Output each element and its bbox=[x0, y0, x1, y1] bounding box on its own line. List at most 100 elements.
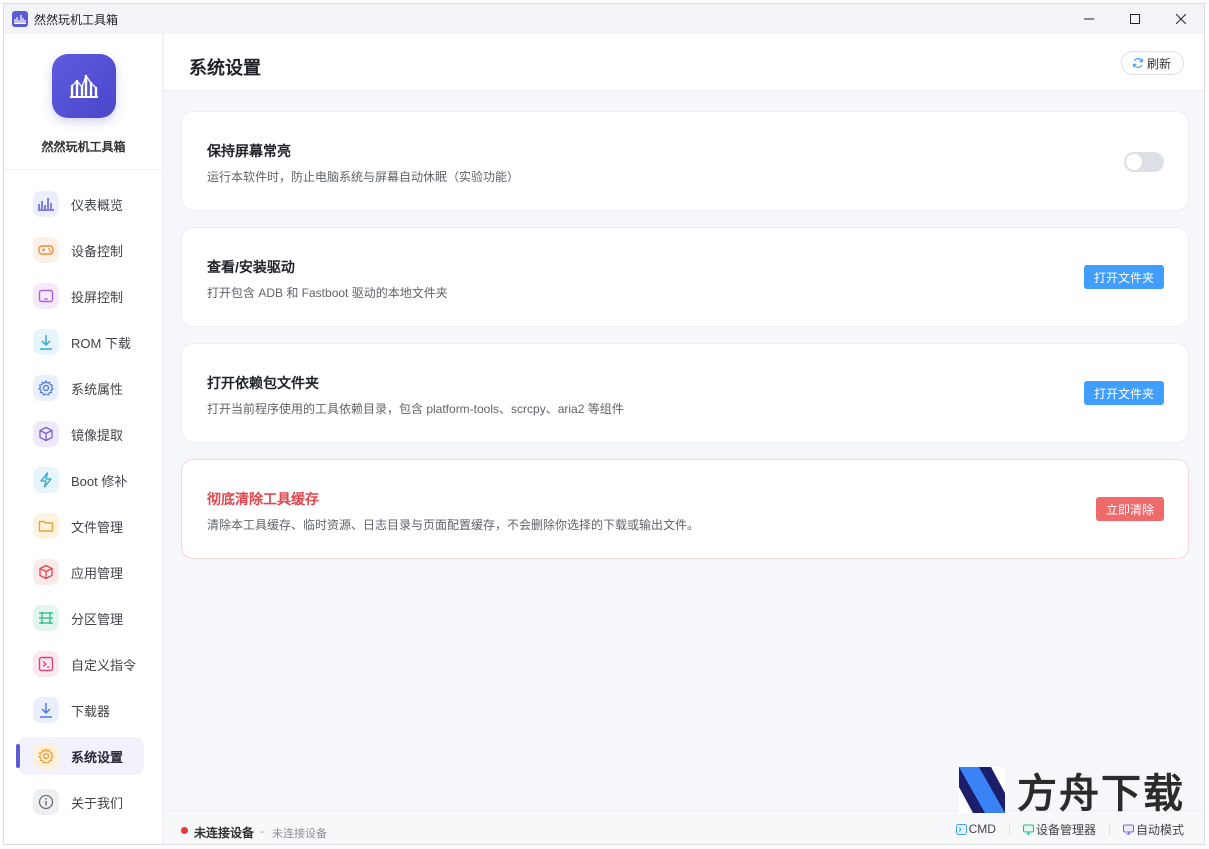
card-title: 彻底清除工具缓存 bbox=[207, 491, 319, 507]
sidebar-item-label: 应用管理 bbox=[71, 565, 124, 581]
watermark-logo-icon bbox=[959, 767, 1005, 813]
device-manager-label: 设备管理器 bbox=[1035, 822, 1096, 837]
sidebar-item-file-manager[interactable]: 文件管理 bbox=[4, 503, 163, 549]
sidebar-item-label: 系统属性 bbox=[71, 381, 124, 397]
auto-mode-link[interactable]: 自动模式 bbox=[1122, 821, 1184, 838]
maximize-button[interactable] bbox=[1112, 4, 1158, 34]
open-driver-folder-button[interactable]: 打开文件夹 bbox=[1083, 265, 1164, 289]
brand-name: 然然玩机工具箱 bbox=[41, 140, 126, 154]
maximize-icon bbox=[1130, 14, 1140, 24]
cmd-label: CMD bbox=[968, 822, 996, 836]
dependency-folder-card: 打开依赖包文件夹 打开当前程序使用的工具依赖目录，包含 platform-too… bbox=[181, 343, 1189, 443]
active-indicator bbox=[16, 744, 20, 768]
refresh-button[interactable]: 刷新 bbox=[1120, 51, 1184, 75]
card-description: 打开包含 ADB 和 Fastboot 驱动的本地文件夹 bbox=[207, 286, 448, 300]
monitor-icon bbox=[1022, 824, 1034, 834]
close-button[interactable] bbox=[1158, 4, 1204, 34]
sidebar-item-label: 系统设置 bbox=[71, 749, 124, 765]
download-icon bbox=[33, 329, 59, 355]
box-icon bbox=[33, 559, 59, 585]
card-description: 打开当前程序使用的工具依赖目录，包含 platform-tools、scrcpy… bbox=[207, 402, 624, 416]
chart-icon bbox=[33, 191, 59, 217]
gamepad-icon bbox=[33, 237, 59, 263]
settings-list: 保持屏幕常亮 运行本软件时，防止电脑系统与屏幕自动休眠（实验功能） 查看/安装驱… bbox=[181, 111, 1189, 575]
minimize-icon bbox=[1084, 18, 1094, 20]
toggle-knob bbox=[1126, 154, 1142, 170]
open-dependency-folder-button[interactable]: 打开文件夹 bbox=[1083, 381, 1164, 405]
terminal-icon bbox=[33, 651, 59, 677]
sidebar-item-system-properties[interactable]: 系统属性 bbox=[4, 365, 163, 411]
sidebar-item-partition-manager[interactable]: 分区管理 bbox=[4, 595, 163, 641]
terminal-icon bbox=[955, 823, 967, 835]
sidebar-item-device-control[interactable]: 设备控制 bbox=[4, 227, 163, 273]
monitor-icon bbox=[1122, 824, 1134, 834]
download-icon bbox=[33, 697, 59, 723]
brand-logo-icon bbox=[52, 54, 116, 118]
sidebar-item-boot-patch[interactable]: Boot 修补 bbox=[4, 457, 163, 503]
status-separator: - bbox=[260, 824, 264, 838]
card-description: 运行本软件时，防止电脑系统与屏幕自动休眠（实验功能） bbox=[207, 170, 520, 184]
bolt-icon bbox=[33, 467, 59, 493]
driver-card: 查看/安装驱动 打开包含 ADB 和 Fastboot 驱动的本地文件夹 打开文… bbox=[181, 227, 1189, 327]
list-icon bbox=[33, 605, 59, 631]
sidebar-item-label: 下载器 bbox=[71, 703, 111, 719]
cmd-link[interactable]: CMD bbox=[955, 822, 996, 836]
sidebar-item-label: 分区管理 bbox=[71, 611, 124, 627]
sidebar-item-label: ROM 下载 bbox=[71, 335, 131, 351]
sidebar: 然然玩机工具箱 仪表概览 设备控制 投屏控制 ROM 下载 系统属性 镜像提取 … bbox=[4, 34, 163, 844]
window-title: 然然玩机工具箱 bbox=[34, 12, 119, 27]
clear-cache-button[interactable]: 立即清除 bbox=[1095, 497, 1164, 521]
watermark: 方舟下载 bbox=[959, 761, 1185, 819]
connection-detail: 未连接设备 bbox=[272, 828, 327, 840]
settings-icon bbox=[33, 743, 59, 769]
close-icon bbox=[1176, 14, 1186, 24]
title-bar: 然然玩机工具箱 bbox=[4, 4, 1204, 34]
sidebar-item-rom-download[interactable]: ROM 下载 bbox=[4, 319, 163, 365]
page-title: 系统设置 bbox=[189, 58, 261, 78]
settings-icon bbox=[33, 375, 59, 401]
sidebar-item-image-extract[interactable]: 镜像提取 bbox=[4, 411, 163, 457]
watermark-text: 方舟下载 bbox=[1017, 771, 1185, 817]
sidebar-item-label: 设备控制 bbox=[71, 243, 124, 259]
card-title: 保持屏幕常亮 bbox=[207, 143, 291, 159]
sidebar-item-label: Boot 修补 bbox=[71, 473, 128, 489]
card-title: 查看/安装驱动 bbox=[207, 259, 295, 275]
refresh-label: 刷新 bbox=[1146, 56, 1171, 71]
card-title: 打开依赖包文件夹 bbox=[207, 375, 319, 391]
refresh-icon bbox=[1133, 57, 1143, 69]
card-description: 清除本工具缓存、临时资源、日志目录与页面配置缓存，不会删除你选择的下载或输出文件… bbox=[207, 518, 700, 532]
auto-mode-label: 自动模式 bbox=[1135, 822, 1184, 837]
connection-status: 未连接设备 bbox=[194, 826, 255, 840]
page-header: 系统设置 刷新 bbox=[164, 34, 1204, 91]
sidebar-item-label: 镜像提取 bbox=[71, 427, 124, 443]
info-icon bbox=[33, 789, 59, 815]
connection-status-dot bbox=[181, 827, 188, 834]
keep-screen-on-card: 保持屏幕常亮 运行本软件时，防止电脑系统与屏幕自动休眠（实验功能） bbox=[181, 111, 1189, 211]
clear-cache-card: 彻底清除工具缓存 清除本工具缓存、临时资源、日志目录与页面配置缓存，不会删除你选… bbox=[181, 459, 1189, 559]
app-window: 然然玩机工具箱 然然玩机工具箱 仪表概览 设备控制 投屏控制 ROM 下载 系统… bbox=[3, 3, 1205, 845]
brand: 然然玩机工具箱 bbox=[4, 34, 162, 170]
sidebar-item-downloader[interactable]: 下载器 bbox=[4, 687, 163, 733]
sidebar-item-system-settings[interactable]: 系统设置 bbox=[4, 733, 163, 779]
sidebar-item-label: 投屏控制 bbox=[71, 289, 124, 305]
divider bbox=[1108, 823, 1110, 835]
cube-icon bbox=[33, 421, 59, 447]
app-logo-icon bbox=[12, 11, 28, 27]
keep-screen-on-toggle[interactable] bbox=[1124, 152, 1164, 172]
minimize-button[interactable] bbox=[1066, 4, 1112, 34]
sidebar-item-dashboard[interactable]: 仪表概览 bbox=[4, 181, 163, 227]
folder-icon bbox=[33, 513, 59, 539]
sidebar-item-label: 文件管理 bbox=[71, 519, 124, 535]
screen-icon bbox=[33, 283, 59, 309]
sidebar-nav: 仪表概览 设备控制 投屏控制 ROM 下载 系统属性 镜像提取 Boot 修补 … bbox=[4, 181, 163, 825]
sidebar-item-screen-control[interactable]: 投屏控制 bbox=[4, 273, 163, 319]
main-panel: 系统设置 刷新 保持屏幕常亮 运行本软件时，防止电脑系统与屏幕自动休眠（实验功能… bbox=[164, 34, 1204, 844]
sidebar-item-label: 关于我们 bbox=[71, 795, 124, 811]
sidebar-item-app-manager[interactable]: 应用管理 bbox=[4, 549, 163, 595]
sidebar-item-label: 仪表概览 bbox=[71, 197, 124, 213]
divider bbox=[1008, 823, 1010, 835]
sidebar-item-custom-command[interactable]: 自定义指令 bbox=[4, 641, 163, 687]
sidebar-item-label: 自定义指令 bbox=[71, 657, 137, 673]
sidebar-item-about[interactable]: 关于我们 bbox=[4, 779, 163, 825]
device-manager-link[interactable]: 设备管理器 bbox=[1022, 821, 1096, 838]
